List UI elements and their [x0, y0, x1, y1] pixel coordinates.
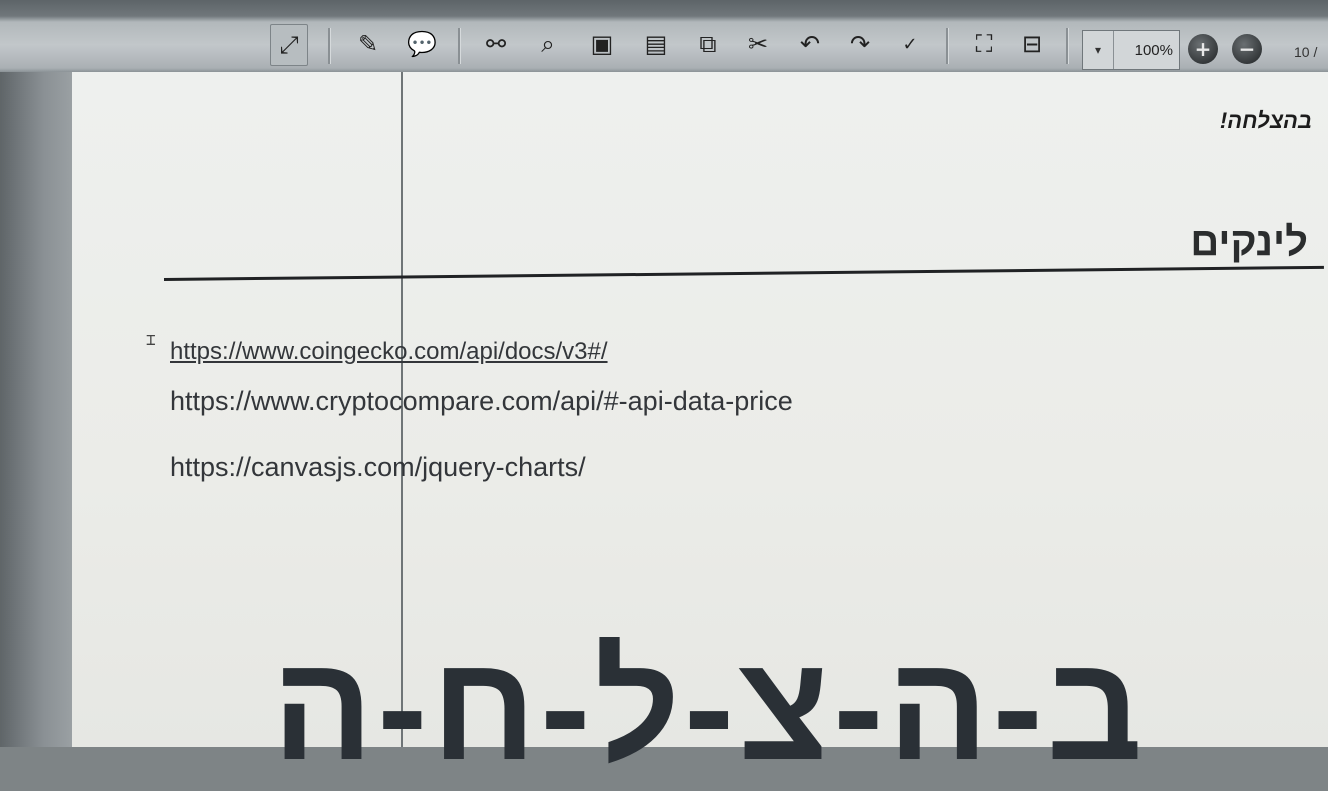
- search-icon[interactable]: ⌕: [530, 24, 566, 64]
- zoom-out-button[interactable]: −: [1232, 34, 1262, 64]
- banner-text: ב-ה-צ-ל-ח-ה: [272, 623, 1147, 791]
- chevron-down-icon[interactable]: ▾: [1083, 31, 1114, 69]
- redo-icon[interactable]: ↷: [842, 24, 878, 64]
- copy-icon[interactable]: ⧉: [690, 24, 726, 64]
- link-canvasjs[interactable]: https://canvasjs.com/jquery-charts/: [170, 452, 586, 483]
- fit-page-icon[interactable]: ⛶: [966, 24, 1002, 64]
- link-coingecko[interactable]: https://www.coingecko.com/api/docs/v3#/: [170, 338, 608, 366]
- page-count: 10 /: [1294, 44, 1318, 60]
- edit-text-icon[interactable]: ✎: [350, 24, 386, 64]
- toolbar-separator: [1066, 28, 1069, 64]
- binoculars-icon[interactable]: ⚯: [478, 24, 514, 64]
- toolbar: ⤢ ✎ 💬 ⚯ ⌕ ▣ ▤ ⧉ ✂ ↶ ↷ ✓ ⛶ ⊟ ▾ 100% + − 1…: [0, 0, 1328, 72]
- spellcheck-icon[interactable]: ✓: [892, 24, 928, 64]
- good-luck-note: בהצלחה!: [1219, 108, 1312, 133]
- page-layout-icon[interactable]: ⊟: [1014, 24, 1050, 64]
- cut-icon[interactable]: ✂: [740, 24, 776, 64]
- toolbar-separator: [328, 28, 331, 64]
- comment-icon[interactable]: 💬: [404, 24, 440, 64]
- left-panel: [0, 72, 72, 747]
- links-heading: לינקים: [1190, 220, 1308, 264]
- link-cryptocompare[interactable]: https://www.cryptocompare.com/api/#-api-…: [170, 386, 793, 417]
- folder-icon[interactable]: ▣: [584, 24, 620, 64]
- paste-icon[interactable]: ▤: [638, 24, 674, 64]
- fullscreen-icon[interactable]: ⤢: [270, 24, 308, 66]
- toolbar-separator: [458, 28, 461, 64]
- text-cursor-icon: ⌶: [146, 330, 156, 349]
- heading-rule: [163, 265, 1324, 281]
- document-page: בהצלחה! לינקים ⌶ https://www.coingecko.c…: [72, 72, 1328, 782]
- toolbar-separator: [946, 28, 949, 64]
- zoom-value: 100%: [1134, 41, 1173, 59]
- undo-icon[interactable]: ↶: [792, 24, 828, 64]
- zoom-in-button[interactable]: +: [1188, 34, 1218, 64]
- zoom-select[interactable]: ▾ 100%: [1082, 30, 1180, 70]
